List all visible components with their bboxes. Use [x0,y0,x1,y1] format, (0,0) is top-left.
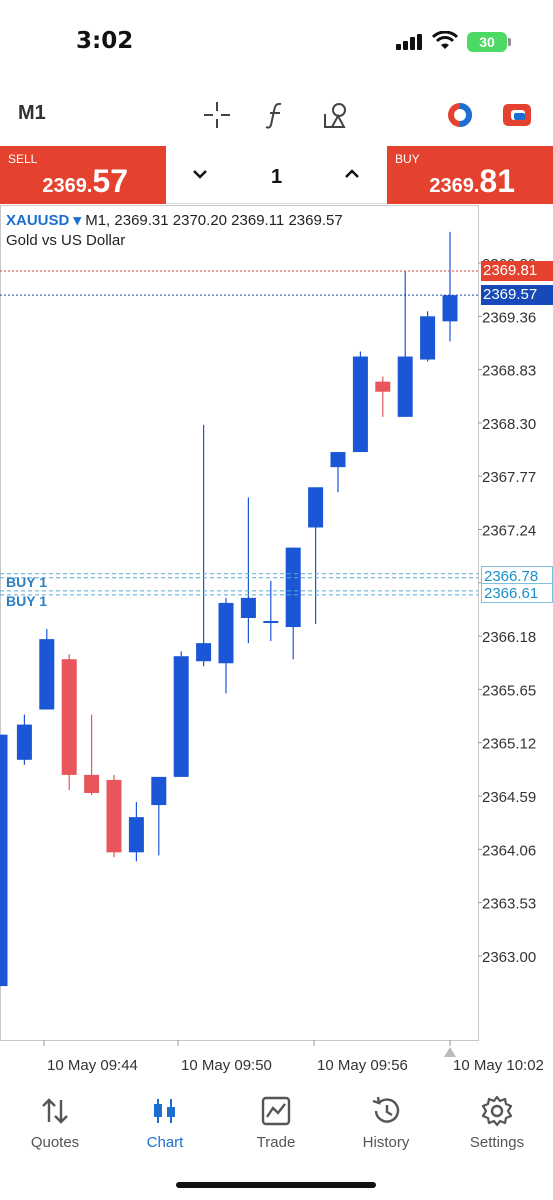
battery-indicator: 30 [467,32,507,52]
y-tick-label: 2368.83 [482,363,536,380]
sell-label: SELL [8,152,38,166]
wifi-icon [432,31,458,49]
sell-button[interactable]: SELL 2369.57 [0,146,166,204]
y-tick-label: 2365.65 [482,682,536,699]
symbol-dropdown-icon[interactable]: ▾ [74,212,82,229]
home-indicator [176,1182,376,1188]
candle-bear [61,659,77,775]
chart-shift-marker [444,1047,456,1057]
candle-bear [84,774,100,793]
chevron-up-icon[interactable] [340,162,364,186]
candle-bull [16,724,32,760]
battery-level: 30 [479,34,495,50]
symbol-description: Gold vs US Dollar [6,232,126,249]
candle-bull [218,602,234,664]
symbol-name[interactable]: XAUUSD [6,212,69,229]
chart-header: XAUUSD ▾ M1, 2369.31 2370.20 2369.11 236… [6,211,343,229]
x-tick-label: 10 May 09:50 [181,1057,272,1074]
sell-price: 2369.57 [42,163,128,199]
candle-bull [151,776,167,806]
candle-bull [0,734,8,987]
order-price-tag: 2366.61 [481,582,553,603]
bottom-tab-bar: Quotes Chart Trade History Settings [0,1088,553,1200]
candle-bull [128,817,144,853]
tab-label: Settings [469,1134,525,1151]
trade-icon [221,1094,331,1128]
buy-price: 2369.81 [429,163,515,199]
cellular-signal-icon [396,34,422,50]
candle-bull [397,356,413,417]
order-line-label[interactable]: BUY 1 [6,574,47,590]
x-tick-label: 10 May 09:44 [47,1057,138,1074]
y-tick-label: 2367.77 [482,469,536,486]
candle-bull [285,547,301,628]
y-tick-label: 2364.06 [482,842,536,859]
candle-bull [420,316,436,360]
y-tick-label: 2365.12 [482,736,536,753]
tab-trade[interactable]: Trade [221,1094,331,1151]
candle-bull [308,487,324,528]
x-tick-label: 10 May 09:56 [317,1057,408,1074]
y-tick-label: 2367.24 [482,523,536,540]
function-icon[interactable] [259,98,293,132]
settings-icon [442,1094,552,1128]
tab-settings[interactable]: Settings [442,1094,552,1151]
tab-label: History [362,1134,410,1151]
history-icon [331,1094,441,1128]
y-tick-label: 2363.53 [482,896,536,913]
ohlc-readout: M1, 2369.31 2370.20 2369.11 2369.57 [85,212,343,229]
tab-label: Chart [146,1134,184,1151]
objects-icon[interactable] [318,98,352,132]
chart-icon [110,1094,220,1128]
tab-quotes[interactable]: Quotes [0,1094,110,1151]
candlestick-chart[interactable]: 2369.892369.362368.832368.302367.772367.… [0,205,553,1087]
order-line-label[interactable]: BUY 1 [6,593,47,609]
tab-history[interactable]: History [331,1094,441,1151]
candle-bull [330,452,346,468]
y-tick-label: 2364.59 [482,789,536,806]
bid-price-tag: 2369.57 [481,285,553,306]
buy-label: BUY [395,152,420,166]
candle-bull [39,639,55,710]
y-tick-label: 2366.18 [482,629,536,646]
candle-bull [240,597,256,618]
candle-bull [196,643,212,662]
candle-bull [263,621,279,624]
candle-bull [352,356,368,453]
timeframe-selector[interactable]: M1 [18,102,46,125]
tab-label: Quotes [30,1134,80,1151]
one-click-trade-panel: SELL 2369.57 1 BUY 2369.81 [0,146,553,204]
volume-control: 1 [166,146,387,204]
candle-bull [173,656,189,777]
indicator-icon[interactable] [443,98,477,132]
crosshair-icon[interactable] [200,98,234,132]
candle-bear [375,381,391,392]
tab-chart[interactable]: Chart [110,1094,220,1151]
ask-price-tag: 2369.81 [481,261,553,282]
status-time: 3:02 [76,28,134,54]
price-chart[interactable]: 2369.892369.362368.832368.302367.772367.… [0,205,553,1087]
tab-label: Trade [256,1134,296,1151]
candle-bear [106,779,122,853]
battery-nub [508,38,511,46]
status-bar: 3:02 30 [0,0,553,80]
y-tick-label: 2369.36 [482,309,536,326]
chart-toolbar: M1 [0,90,553,140]
quotes-icon [0,1094,110,1128]
account-icon[interactable] [500,98,534,132]
y-tick-label: 2368.30 [482,416,536,433]
plot-frame [0,205,479,1041]
x-tick-label: 10 May 10:02 [453,1057,544,1074]
buy-button[interactable]: BUY 2369.81 [387,146,553,204]
y-tick-label: 2363.00 [482,949,536,966]
candle-bull [442,295,458,322]
